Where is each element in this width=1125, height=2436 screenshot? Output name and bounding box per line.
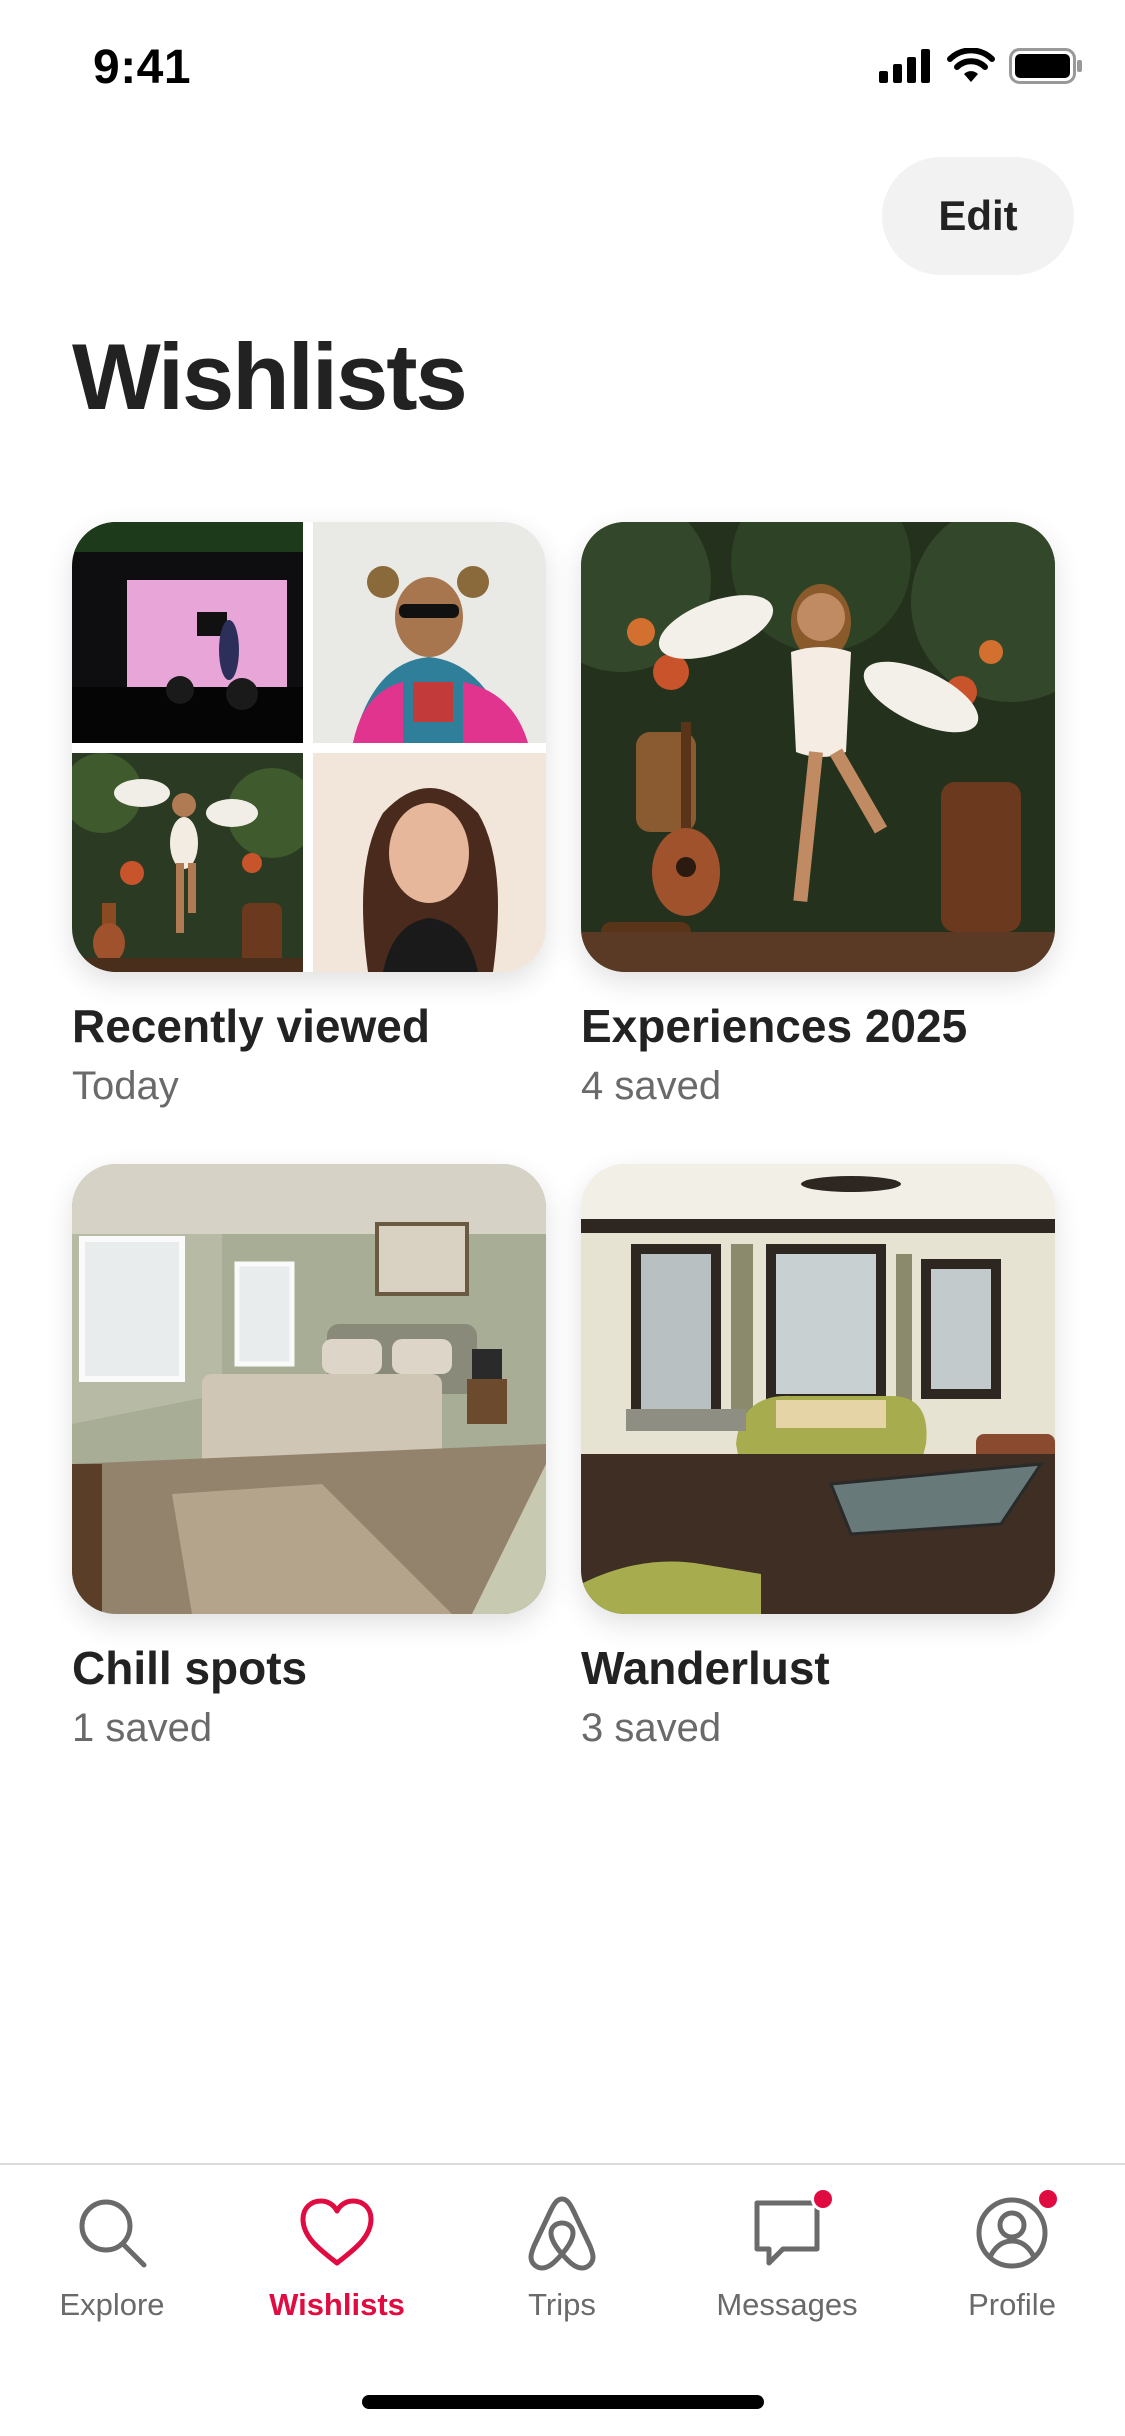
home-indicator bbox=[362, 2395, 764, 2409]
status-time: 9:41 bbox=[93, 41, 192, 94]
tab-label: Messages bbox=[716, 2287, 858, 2322]
notification-badge bbox=[811, 2187, 835, 2211]
wishlist-card-chill-spots[interactable]: Chill spots 1 saved bbox=[72, 1164, 546, 1751]
collage-photo-stage bbox=[72, 522, 303, 743]
wishlist-living-room-image bbox=[581, 1164, 1055, 1614]
wishlist-subtitle: 4 saved bbox=[581, 1063, 722, 1108]
tab-label: Trips bbox=[528, 2287, 596, 2322]
wishlist-subtitle: Today bbox=[72, 1063, 179, 1108]
tab-label: Profile bbox=[968, 2287, 1056, 2322]
heart-icon bbox=[300, 2198, 374, 2266]
collage-photo-performer bbox=[72, 753, 303, 972]
wishlist-bedroom-image bbox=[72, 1164, 546, 1614]
wishlist-title: Recently viewed bbox=[72, 1000, 430, 1052]
collage-photo-portrait bbox=[313, 522, 546, 743]
collage-photo-headshot bbox=[313, 753, 546, 972]
tab-messages[interactable]: Messages bbox=[687, 2187, 887, 2323]
wishlist-performer-image bbox=[581, 522, 1055, 972]
cellular-signal-icon bbox=[879, 49, 930, 83]
wishlist-card-experiences-2025[interactable]: Experiences 2025 4 saved bbox=[581, 522, 1055, 1109]
wishlist-subtitle: 3 saved bbox=[581, 1705, 722, 1750]
wishlist-card-wanderlust[interactable]: Wanderlust 3 saved bbox=[581, 1164, 1055, 1751]
wishlist-title: Wanderlust bbox=[581, 1642, 830, 1694]
airbnb-logo-icon bbox=[528, 2196, 596, 2271]
notification-badge bbox=[1036, 2187, 1060, 2211]
status-bar: 9:41 bbox=[0, 0, 1125, 140]
tab-trips[interactable]: Trips bbox=[462, 2193, 662, 2323]
tab-label: Explore bbox=[59, 2287, 165, 2322]
wifi-icon bbox=[947, 48, 995, 82]
search-icon bbox=[79, 2199, 147, 2268]
edit-button[interactable]: Edit bbox=[882, 157, 1074, 275]
tab-explore[interactable]: Explore bbox=[12, 2193, 212, 2323]
tab-wishlists[interactable]: Wishlists bbox=[237, 2193, 437, 2323]
wishlist-title: Experiences 2025 bbox=[581, 1000, 968, 1052]
wishlist-title: Chill spots bbox=[72, 1642, 308, 1694]
wishlist-subtitle: 1 saved bbox=[72, 1705, 213, 1750]
tab-label: Wishlists bbox=[269, 2287, 405, 2322]
battery-icon bbox=[1009, 48, 1082, 84]
wishlists-screen: 9:41 Edit Wishlists Recently viewed Toda… bbox=[0, 0, 1125, 2436]
wishlist-card-recently-viewed[interactable]: Recently viewed Today bbox=[72, 522, 546, 1109]
page-title: Wishlists bbox=[72, 324, 468, 429]
status-icons bbox=[879, 48, 1083, 84]
wishlist-collage-image bbox=[72, 522, 546, 972]
tab-profile[interactable]: Profile bbox=[912, 2187, 1112, 2323]
